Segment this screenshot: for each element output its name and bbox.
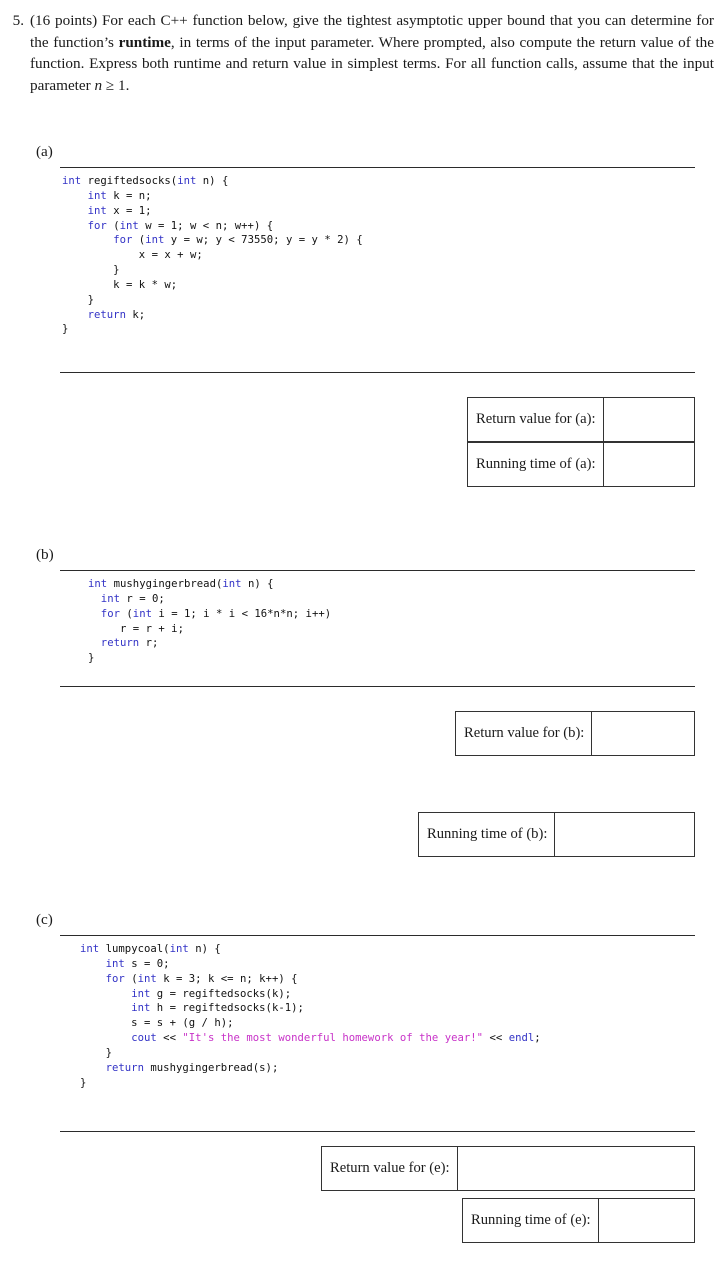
answer-box-c-return-label: Return value for (e):	[330, 1160, 450, 1176]
rule-b-top	[60, 570, 695, 571]
answer-box-b-runtime-label: Running time of (b):	[427, 826, 548, 842]
answer-box-b-return[interactable]: Return value for (b):	[455, 711, 695, 756]
part-label-a: (a)	[36, 143, 53, 160]
rule-a-top	[60, 167, 695, 168]
answer-box-b-return-field[interactable]	[591, 712, 653, 755]
answer-box-c-return[interactable]: Return value for (e):	[321, 1146, 695, 1191]
part-label-b: (b)	[36, 546, 54, 563]
answer-box-c-runtime-field[interactable]	[597, 1199, 654, 1242]
question-stem: 5. (16 points) For each C++ function bel…	[8, 10, 714, 96]
answer-box-b-runtime[interactable]: Running time of (b):	[418, 812, 695, 857]
question-text: (16 points) For each C++ function below,…	[30, 10, 714, 96]
question-math-rel: ≥ 1.	[102, 76, 130, 94]
answer-box-a-runtime-field[interactable]	[602, 443, 665, 486]
rule-c-bottom	[60, 1131, 695, 1132]
answer-box-b-runtime-field[interactable]	[554, 813, 650, 856]
rule-c-top	[60, 935, 695, 936]
answer-box-a-return-label: Return value for (a):	[476, 411, 596, 427]
question-math-var: n	[94, 76, 103, 94]
code-block-b: int mushygingerbread(int n) { int r = 0;…	[88, 578, 332, 665]
question-number: 5.	[12, 12, 24, 29]
part-label-c: (c)	[36, 911, 53, 928]
rule-a-bottom	[60, 372, 695, 373]
question-bold-runtime: runtime	[118, 33, 171, 51]
answer-box-a-runtime-label: Running time of (a):	[476, 456, 596, 472]
answer-box-b-return-label: Return value for (b):	[464, 725, 585, 741]
answer-box-a-return-field[interactable]	[602, 398, 665, 441]
answer-box-c-runtime-label: Running time of (e):	[471, 1212, 591, 1228]
code-block-c: int lumpycoal(int n) { int s = 0; for (i…	[80, 943, 541, 1089]
answer-box-a-return[interactable]: Return value for (a):	[467, 397, 695, 442]
answer-box-a-runtime[interactable]: Running time of (a):	[467, 442, 695, 487]
code-block-a: int regiftedsocks(int n) { int k = n; in…	[62, 175, 363, 336]
answer-box-c-return-field[interactable]	[456, 1147, 653, 1190]
answer-box-c-runtime[interactable]: Running time of (e):	[462, 1198, 695, 1243]
rule-b-bottom	[60, 686, 695, 687]
